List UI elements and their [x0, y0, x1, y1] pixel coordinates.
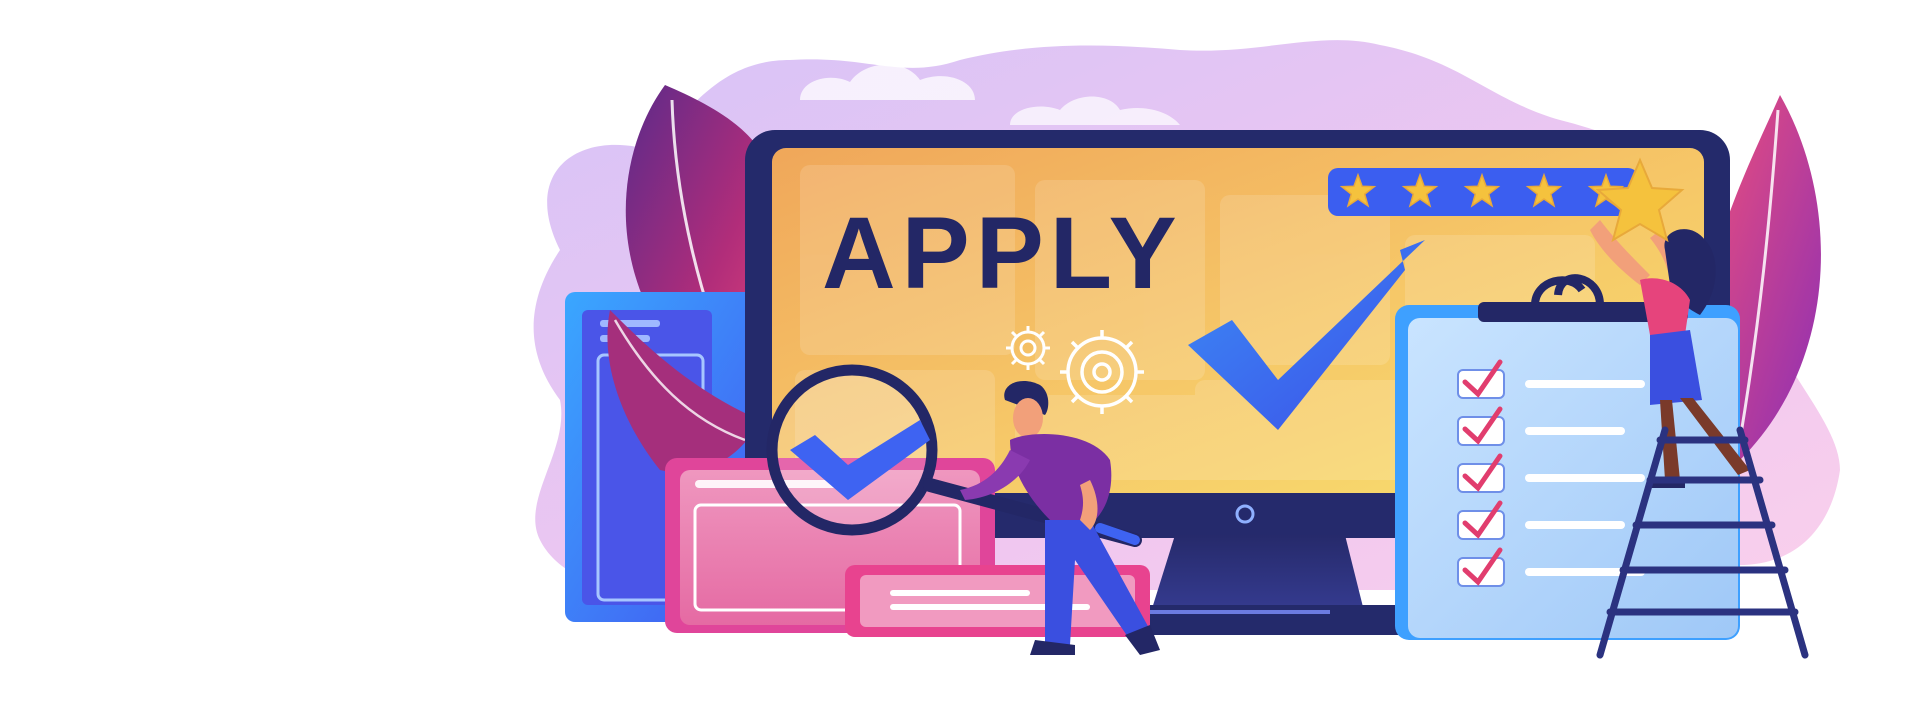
recruitment-illustration: APPLY — [533, 40, 1840, 659]
checklist-line — [1525, 380, 1645, 388]
checklist-line — [1525, 521, 1625, 529]
checklist-line — [1525, 474, 1645, 482]
monitor-base-line — [1150, 610, 1330, 614]
checklist-line — [1525, 427, 1625, 435]
apply-headline: APPLY — [822, 196, 1183, 310]
pink-card-bottom-line-1 — [890, 590, 1030, 596]
monitor-stand — [1150, 535, 1365, 615]
